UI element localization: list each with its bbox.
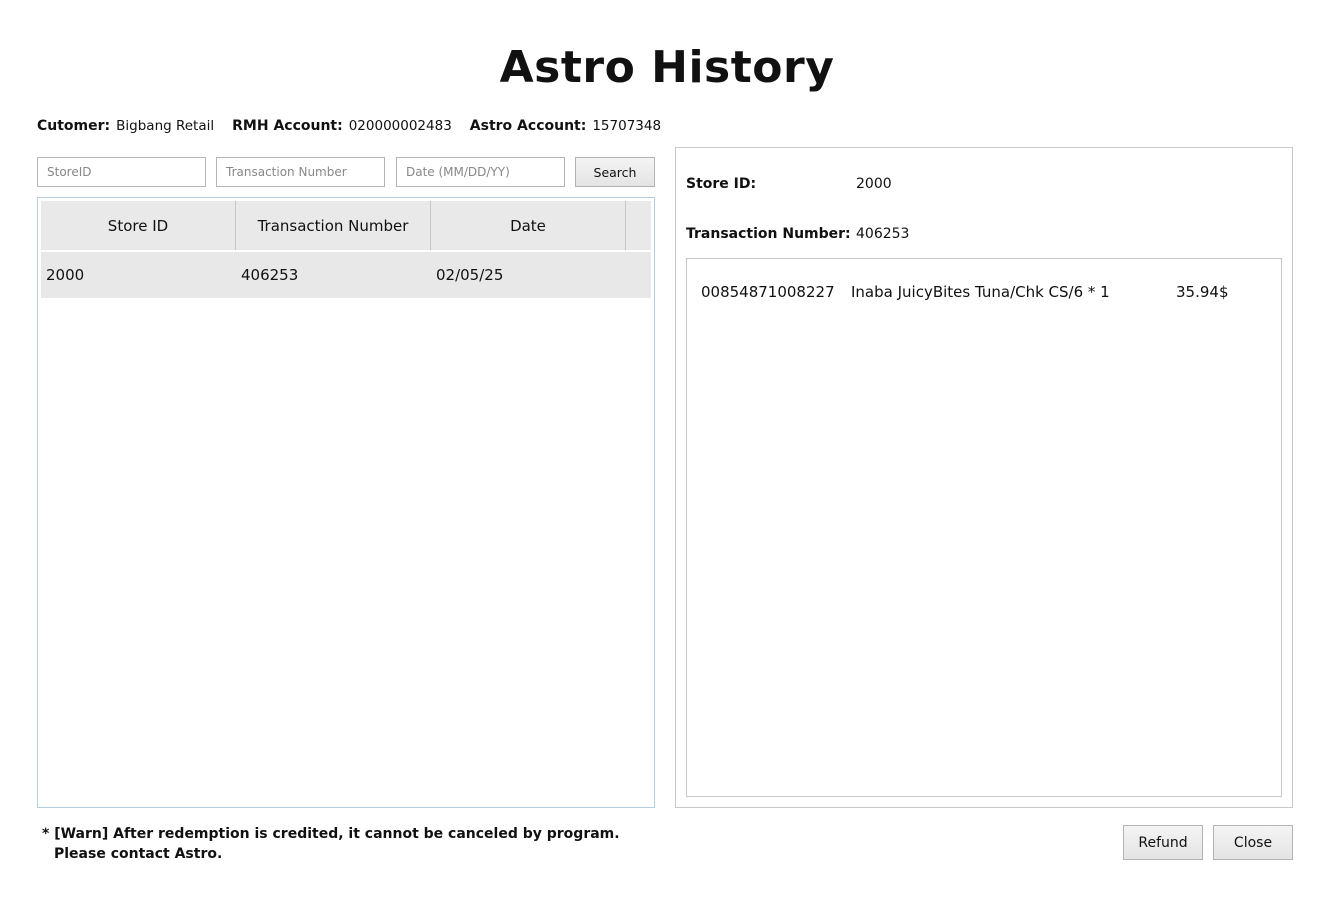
search-button[interactable]: Search — [575, 157, 655, 187]
astro-account-value: 15707348 — [592, 118, 662, 134]
refund-button[interactable]: Refund — [1123, 825, 1203, 860]
customer-value: Bigbang Retail — [116, 118, 215, 134]
rmh-account-value: 020000002483 — [348, 118, 452, 134]
row-store-id: 2000 — [46, 266, 85, 284]
astro-account-label: Astro Account: — [469, 118, 587, 134]
column-header-date[interactable]: Date — [431, 201, 626, 250]
list-item[interactable]: 00854871008227 Inaba JuicyBites Tuna/Chk… — [687, 283, 1281, 303]
warning-line-2: Please contact Astro. — [54, 846, 223, 862]
detail-store-id-label: Store ID: — [686, 176, 757, 192]
detail-transaction-number-value: 406253 — [856, 226, 910, 242]
row-transaction-number: 406253 — [241, 266, 299, 284]
transaction-number-input[interactable] — [216, 157, 385, 187]
store-id-input[interactable] — [37, 157, 206, 187]
column-header-filler — [626, 201, 651, 250]
detail-transaction-number-label: Transaction Number: — [686, 226, 851, 242]
rmh-account-label: RMH Account: — [232, 118, 343, 134]
row-date: 02/05/25 — [436, 266, 504, 284]
astro-history-window: Astro History Cutomer: Bigbang Retail RMH … — [0, 0, 1334, 920]
table-row[interactable]: 2000 406253 02/05/25 — [41, 252, 651, 298]
customer-label: Cutomer: — [37, 118, 111, 134]
warning-line-1: * [Warn] After redemption is credited, i… — [42, 826, 620, 842]
item-list: 00854871008227 Inaba JuicyBites Tuna/Chk… — [686, 258, 1282, 797]
column-header-transaction-number[interactable]: Transaction Number — [236, 201, 431, 250]
column-header-store-id[interactable]: Store ID — [41, 201, 236, 250]
detail-store-id-value: 2000 — [856, 176, 892, 192]
item-description: Inaba JuicyBites Tuna/Chk CS/6 * 1 — [851, 283, 1110, 301]
list-header: Store ID Transaction Number Date — [41, 201, 651, 250]
page-title: Astro History — [499, 42, 835, 93]
item-price: 35.94$ — [1176, 283, 1229, 301]
transaction-list: Store ID Transaction Number Date 2000 40… — [37, 197, 655, 808]
date-input[interactable] — [396, 157, 565, 187]
warning-message: * [Warn] After redemption is credited, i… — [42, 824, 620, 864]
item-code: 00854871008227 — [701, 283, 835, 301]
account-info-bar: Cutomer: Bigbang Retail RMH Account: 020000… — [37, 118, 679, 138]
close-button[interactable]: Close — [1213, 825, 1293, 860]
transaction-detail-panel: Store ID: 2000 Transaction Number: 40625… — [675, 147, 1293, 808]
